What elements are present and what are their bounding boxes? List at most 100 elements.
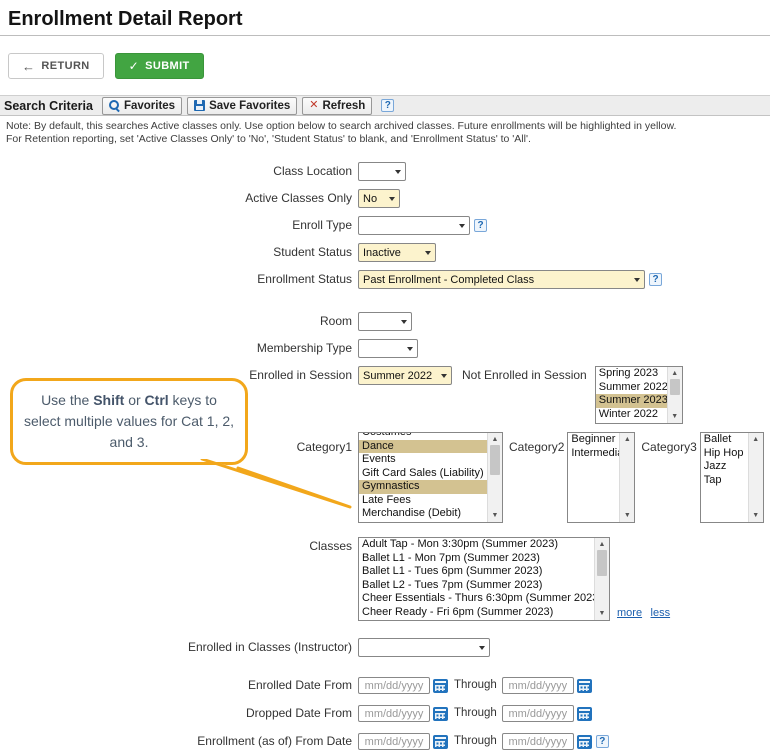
list-option[interactable]: Ballet L2 - Tues 7pm (Summer 2023) — [359, 579, 594, 593]
dropdown-arrow-icon — [634, 277, 640, 282]
enrollment-status-select[interactable]: Past Enrollment - Completed Class — [358, 270, 645, 289]
scroll-down-icon[interactable]: ▼ — [620, 510, 634, 521]
classes-label: Classes — [309, 539, 352, 553]
favorites-button[interactable]: Favorites — [101, 96, 183, 115]
enrollment-asof-help-icon[interactable]: ? — [595, 735, 609, 748]
check-icon: ✓ — [128, 59, 140, 73]
list-option[interactable]: Late Fees — [359, 494, 487, 508]
list-option[interactable]: Cheer Ready - Fri 6pm (Summer 2023) — [359, 606, 594, 620]
through-label: Through — [454, 707, 497, 719]
list-option[interactable]: Ballet — [701, 433, 748, 447]
list-option[interactable]: Intermediate — [568, 447, 619, 461]
note-line-1: Note: By default, this searches Active c… — [6, 120, 677, 132]
calendar-icon[interactable] — [576, 734, 592, 749]
scrollbar[interactable]: ▲ ▼ — [666, 367, 682, 423]
save-favorites-button[interactable]: Save Favorites — [187, 96, 298, 115]
scroll-up-icon[interactable]: ▲ — [620, 434, 634, 445]
callout-ctrl-key: Ctrl — [144, 392, 169, 408]
category3-label: Category3 — [641, 440, 697, 454]
room-select[interactable] — [358, 312, 412, 331]
divider — [0, 35, 770, 36]
list-option[interactable]: Adult Tap - Mon 3:30pm (Summer 2023) — [359, 538, 594, 552]
scroll-up-icon[interactable]: ▲ — [668, 368, 682, 379]
list-option[interactable]: Dance — [359, 439, 487, 453]
refresh-button-label: Refresh — [322, 99, 366, 112]
calendar-icon[interactable] — [433, 706, 448, 721]
category2-listbox[interactable]: BeginnerIntermediate ▲ ▼ — [567, 432, 636, 523]
category2-label: Category2 — [509, 440, 565, 454]
calendar-icon[interactable] — [576, 706, 592, 721]
scrollbar[interactable]: ▲ ▼ — [594, 538, 609, 620]
through-label: Through — [454, 679, 497, 691]
enroll-type-select[interactable] — [358, 216, 470, 235]
list-option[interactable]: Summer 2022 — [596, 381, 667, 395]
instructor-select[interactable] — [358, 638, 490, 657]
list-option[interactable]: Ballet L1 - Tues 6pm (Summer 2023) — [359, 565, 594, 579]
list-option[interactable]: Tap — [701, 474, 748, 488]
calendar-icon[interactable] — [433, 734, 448, 749]
category1-listbox[interactable]: CostumesDanceEventsGift Card Sales (Liab… — [358, 432, 503, 523]
scrollbar-thumb[interactable] — [669, 379, 680, 395]
list-option[interactable]: Hip Hop — [701, 447, 748, 461]
scroll-down-icon[interactable]: ▼ — [668, 411, 682, 422]
action-buttons: ← RETURN ✓ SUBMIT — [8, 53, 770, 79]
through-label: Through — [454, 735, 497, 747]
student-status-label: Student Status — [273, 245, 352, 259]
room-label: Room — [319, 314, 352, 328]
dropped-date-from-input[interactable] — [358, 705, 430, 722]
return-button-label: RETURN — [41, 60, 90, 72]
scroll-up-icon[interactable]: ▲ — [488, 434, 502, 445]
scroll-up-icon[interactable]: ▲ — [595, 539, 609, 550]
search-criteria-help-icon[interactable]: ? — [381, 99, 395, 112]
list-option[interactable]: Jazz — [701, 460, 748, 474]
scrollbar[interactable]: ▲ ▼ — [619, 433, 635, 522]
submit-button[interactable]: ✓ SUBMIT — [114, 53, 204, 79]
list-option[interactable]: Beginner — [568, 433, 619, 447]
calendar-icon[interactable] — [576, 678, 592, 693]
more-link[interactable]: more — [617, 607, 642, 619]
scrollbar-thumb[interactable] — [490, 445, 500, 475]
list-option[interactable]: Ballet L1 - Mon 7pm (Summer 2023) — [359, 552, 594, 566]
list-option[interactable]: Cheer Essentials - Thurs 6:30pm (Summer … — [359, 592, 594, 606]
list-option[interactable]: Events — [359, 453, 487, 467]
dropdown-arrow-icon — [407, 346, 413, 351]
enrolled-date-to-input[interactable] — [501, 677, 574, 694]
category3-listbox[interactable]: Ballet Hip Hop Jazz Tap ▲ ▼ — [699, 432, 764, 523]
less-link[interactable]: less — [651, 607, 671, 619]
scroll-down-icon[interactable]: ▼ — [595, 608, 609, 619]
scrollbar[interactable]: ▲ ▼ — [747, 433, 763, 522]
scrollbar[interactable]: ▲ ▼ — [487, 433, 502, 522]
return-button[interactable]: ← RETURN — [8, 53, 104, 79]
enrollment-asof-from-input[interactable] — [358, 733, 430, 750]
membership-type-select[interactable] — [358, 339, 418, 358]
enrolled-date-from-input[interactable] — [358, 677, 430, 694]
search-icon — [108, 100, 120, 111]
callout-shift-key: Shift — [93, 392, 125, 408]
class-location-label: Class Location — [273, 164, 352, 178]
dropped-date-to-input[interactable] — [501, 705, 574, 722]
enrolled-in-session-select[interactable]: Summer 2022 — [358, 366, 452, 385]
list-option[interactable]: Gift Card Sales (Liability) — [359, 467, 487, 481]
scrollbar-thumb[interactable] — [597, 550, 607, 576]
not-enrolled-in-session-listbox[interactable]: Spring 2023 Summer 2022 Summer 2023 Winter … — [594, 366, 683, 424]
favorites-button-label: Favorites — [123, 99, 176, 112]
student-status-select[interactable]: Inactive — [358, 243, 436, 262]
classes-listbox[interactable]: Adult Tap - Mon 3:30pm (Summer 2023) Ball… — [358, 537, 610, 621]
enrollment-status-help-icon[interactable]: ? — [649, 273, 662, 286]
enrollment-asof-to-input[interactable] — [501, 733, 574, 750]
refresh-button[interactable]: ✕ Refresh — [302, 96, 373, 115]
list-option[interactable]: Gymnastics — [359, 480, 487, 494]
scroll-up-icon[interactable]: ▲ — [749, 434, 763, 445]
enroll-type-help-icon[interactable]: ? — [474, 219, 487, 232]
dropped-date-from-label: Dropped Date From — [245, 706, 352, 720]
class-location-select[interactable] — [358, 162, 406, 181]
list-option[interactable]: Summer 2023 — [595, 394, 667, 408]
list-option[interactable]: Spring 2023 — [596, 367, 667, 381]
calendar-icon[interactable] — [433, 678, 448, 693]
scroll-down-icon[interactable]: ▼ — [749, 510, 763, 521]
active-classes-only-select[interactable]: No — [358, 189, 400, 208]
scroll-down-icon[interactable]: ▼ — [488, 510, 502, 521]
list-option[interactable]: Winter 2022 — [596, 408, 667, 422]
list-option[interactable]: Merchandise (Debit) — [359, 507, 487, 521]
not-enrolled-in-session-label: Not Enrolled in Session — [462, 368, 587, 382]
